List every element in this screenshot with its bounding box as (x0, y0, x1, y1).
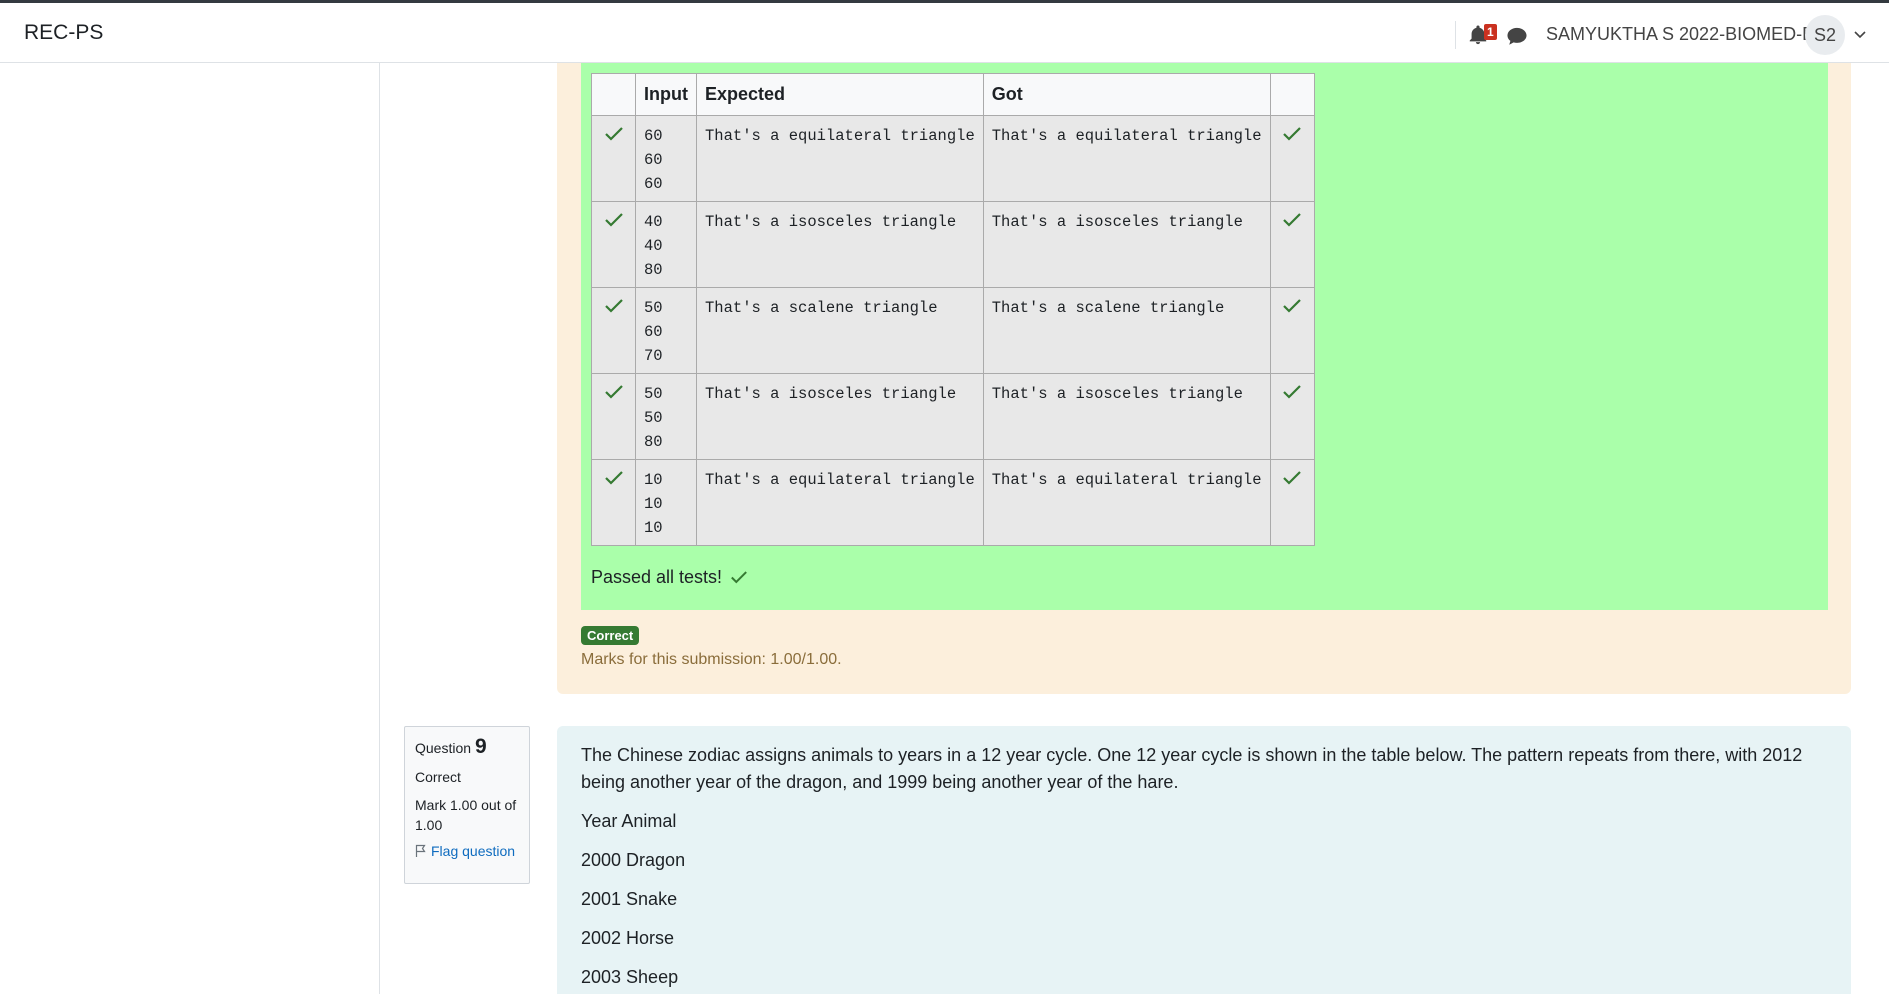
chat-icon[interactable] (1506, 26, 1528, 46)
input-cell: 60 60 60 (635, 115, 697, 202)
expected-cell: That's a isosceles triangle (696, 201, 984, 288)
column-header-got: Got (982, 73, 1271, 116)
column-header-input: Input (635, 73, 697, 116)
expected-cell: That's a isosceles triangle (696, 373, 984, 460)
row-pass-cell (591, 287, 636, 374)
input-cell: 10 10 10 (635, 459, 697, 546)
table-row: 40 40 80 That's a isosceles triangle Tha… (591, 201, 1315, 288)
question-text-panel: The Chinese zodiac assigns animals to ye… (557, 726, 1851, 994)
got-cell: That's a isosceles triangle (982, 373, 1271, 460)
check-icon (731, 571, 747, 584)
question-info-box: Question 9 Correct Mark 1.00 out of 1.00… (404, 726, 530, 884)
table-row: 10 10 10 That's a equilateral triangle T… (591, 459, 1315, 546)
check-icon (1283, 299, 1301, 313)
question-paragraph: Year Animal (581, 811, 677, 831)
test-results-table: Input Expected Got 60 60 60 That's a equ… (591, 73, 1315, 546)
input-cell: 40 40 80 (635, 201, 697, 288)
column-header-result (1269, 73, 1315, 116)
passed-all-tests-message: Passed all tests! (591, 567, 748, 588)
notification-count-badge: 1 (1484, 24, 1497, 40)
avatar[interactable]: S2 (1805, 15, 1845, 55)
got-cell: That's a isosceles triangle (982, 201, 1271, 288)
check-icon (1283, 127, 1301, 141)
got-cell: That's a scalene triangle (982, 287, 1271, 374)
question-paragraph: 2000 Dragon (581, 850, 686, 870)
check-icon (604, 127, 623, 141)
column-header-expected: Expected (696, 73, 984, 116)
row-pass-cell (591, 459, 636, 546)
input-cell: 50 60 70 (635, 287, 697, 374)
flag-icon (415, 844, 426, 857)
question-label: Question (415, 740, 472, 756)
row-result-cell (1269, 115, 1315, 202)
table-row: 50 60 70 That's a scalene triangle That'… (591, 287, 1315, 374)
navbar-divider (1455, 21, 1456, 49)
question-paragraph: 2003 Sheep (581, 967, 679, 987)
row-result-cell (1269, 201, 1315, 288)
check-icon (604, 213, 623, 227)
flag-question-label[interactable]: Flag question (431, 843, 515, 859)
row-pass-cell (591, 201, 636, 288)
got-cell: That's a equilateral triangle (982, 115, 1271, 202)
table-header-row: Input Expected Got (591, 73, 1315, 116)
question-paragraph: 2002 Horse (581, 928, 675, 948)
passed-text: Passed all tests! (591, 567, 723, 587)
table-row: 60 60 60 That's a equilateral triangle T… (591, 115, 1315, 202)
test-results-panel: Input Expected Got 60 60 60 That's a equ… (581, 63, 1828, 610)
row-pass-cell (591, 115, 636, 202)
table-row: 50 50 80 That's a isosceles triangle Tha… (591, 373, 1315, 460)
question-paragraph: 2001 Snake (581, 889, 678, 909)
expected-cell: That's a scalene triangle (696, 287, 984, 374)
question-number-heading: Question 9 (415, 735, 519, 759)
check-icon (1283, 213, 1301, 227)
check-icon (1283, 471, 1301, 485)
expected-cell: That's a equilateral triangle (696, 115, 984, 202)
user-name[interactable]: SAMYUKTHA S 2022-BIOMED-B (1546, 24, 1814, 45)
got-cell: That's a equilateral triangle (982, 459, 1271, 546)
row-result-cell (1269, 459, 1315, 546)
question-grade: Mark 1.00 out of 1.00 (415, 797, 517, 833)
status-badge: Correct (581, 626, 640, 645)
expected-cell: That's a equilateral triangle (696, 459, 984, 546)
row-result-cell (1269, 373, 1315, 460)
check-icon (1283, 385, 1301, 399)
input-cell: 50 50 80 (635, 373, 697, 460)
submission-marks: Marks for this submission: 1.00/1.00. (581, 651, 842, 668)
check-icon (604, 385, 623, 399)
question-paragraph: The Chinese zodiac assigns animals to ye… (581, 745, 1803, 792)
check-icon (604, 299, 623, 313)
content-left-border (379, 63, 380, 994)
chevron-down-icon[interactable] (1853, 27, 1867, 41)
site-name[interactable]: REC-PS (24, 21, 103, 45)
flag-question-link[interactable]: Flag question (415, 843, 519, 859)
check-icon (604, 471, 623, 485)
question-state: Correct (415, 769, 461, 785)
column-header-status (591, 73, 636, 116)
question-number: 9 (474, 735, 487, 758)
row-pass-cell (591, 373, 636, 460)
row-result-cell (1269, 287, 1315, 374)
top-navbar: REC-PS 1 SAMYUKTHA S 2022-BIOMED-B S2 (0, 0, 1889, 63)
